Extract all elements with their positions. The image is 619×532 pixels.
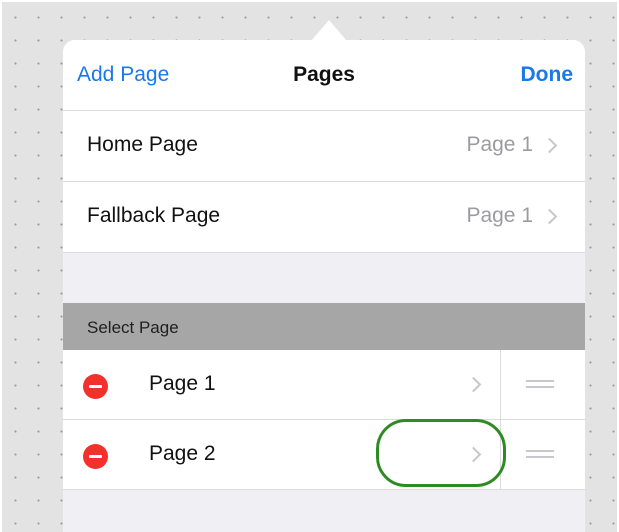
fallback-page-value: Page 1 <box>466 204 533 227</box>
home-page-row[interactable]: Home Page Page 1 <box>63 111 585 182</box>
done-button[interactable]: Done <box>521 63 574 87</box>
page-list-item[interactable]: Page 1 <box>63 350 585 420</box>
page-title: Pages <box>293 63 355 86</box>
delete-minus-icon[interactable] <box>83 444 108 469</box>
chevron-right-icon[interactable] <box>465 376 482 393</box>
canvas-left-border <box>0 0 2 532</box>
reorder-handle-icon[interactable] <box>526 380 554 389</box>
chevron-right-icon <box>541 208 558 225</box>
page-item-label: Page 2 <box>149 442 216 465</box>
home-page-value: Page 1 <box>466 133 533 156</box>
reorder-handle-icon[interactable] <box>526 450 554 459</box>
row-divider <box>500 350 501 419</box>
pages-popover: Add Page Pages Done Home Page Page 1 Fal… <box>63 40 585 532</box>
home-page-label: Home Page <box>87 133 198 156</box>
popover-arrow <box>311 20 347 41</box>
page-list-item[interactable]: Page 2 <box>63 420 585 490</box>
chevron-right-icon <box>541 137 558 154</box>
select-page-section-header: Select Page <box>63 303 585 350</box>
section-header-title: Select Page <box>87 318 179 337</box>
page-item-label: Page 1 <box>149 372 216 395</box>
delete-minus-icon[interactable] <box>83 374 108 399</box>
canvas-top-border <box>0 0 619 2</box>
navigation-bar: Add Page Pages Done <box>63 40 585 111</box>
fallback-page-label: Fallback Page <box>87 204 221 227</box>
fallback-page-row[interactable]: Fallback Page Page 1 <box>63 182 585 253</box>
annotation-highlight-circle <box>376 419 506 487</box>
